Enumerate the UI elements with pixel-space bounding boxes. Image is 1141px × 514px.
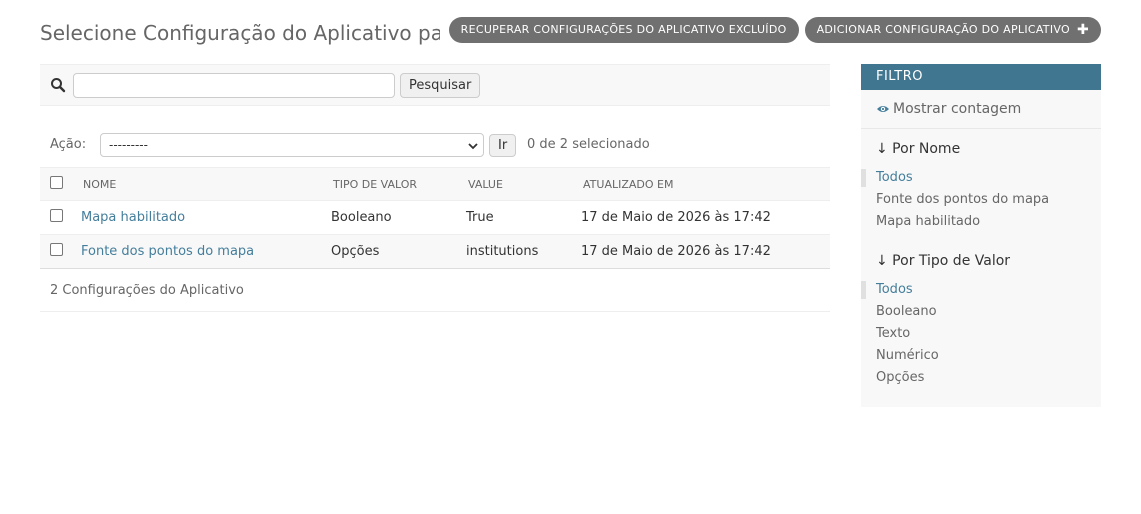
action-label: Ação:	[50, 137, 87, 152]
recover-deleted-button[interactable]: RECUPERAR CONFIGURAÇÕES DO APLICATIVO EX…	[448, 17, 799, 43]
filter-title: FILTRO	[861, 64, 1101, 90]
add-config-button[interactable]: ADICIONAR CONFIGURAÇÃO DO APLICATIVO ✚	[804, 17, 1101, 43]
go-button[interactable]: Ir	[489, 134, 517, 157]
search-icon	[51, 78, 66, 93]
action-select-value: ---------	[109, 138, 148, 152]
add-config-label: ADICIONAR CONFIGURAÇÃO DO APLICATIVO	[816, 23, 1070, 36]
row-type: Opções	[331, 234, 466, 269]
row-checkbox-cell	[40, 234, 81, 269]
select-all-cell	[40, 167, 81, 201]
search-button[interactable]: Pesquisar	[400, 73, 481, 98]
row-value: institutions	[466, 234, 581, 269]
paginator: 2 Configurações do Aplicativo	[40, 270, 830, 312]
show-count-link[interactable]: Mostrar contagem	[861, 90, 1101, 129]
selection-count: 0 de 2 selecionado	[527, 137, 650, 152]
filter-list-type: Todos Booleano Texto Numérico Opções	[861, 279, 1101, 389]
table-header-row: NOME TIPO DE VALOR VALUE ATUALIZADO EM	[40, 167, 830, 201]
show-count-label: Mostrar contagem	[893, 101, 1022, 117]
row-checkbox-cell	[40, 200, 81, 235]
column-header-value[interactable]: VALUE	[466, 167, 581, 201]
column-header-updated[interactable]: ATUALIZADO EM	[581, 167, 830, 201]
select-all-checkbox[interactable]	[50, 176, 63, 189]
row-updated: 17 de Maio de 2026 às 17:42	[581, 200, 830, 235]
row-checkbox[interactable]	[50, 209, 63, 222]
object-tools: RECUPERAR CONFIGURAÇÕES DO APLICATIVO EX…	[448, 17, 1101, 43]
filter-item[interactable]: Fonte dos pontos do mapa	[861, 189, 1101, 211]
table-row: Fonte dos pontos do mapa Opções institut…	[40, 234, 830, 269]
search-toolbar: Pesquisar	[40, 64, 830, 106]
column-header-name[interactable]: NOME	[81, 167, 331, 201]
row-name-cell: Fonte dos pontos do mapa	[81, 234, 331, 269]
row-name-link[interactable]: Fonte dos pontos do mapa	[81, 244, 254, 259]
row-name-link[interactable]: Mapa habilitado	[81, 210, 185, 225]
page-title: Selecione Configuração do Aplicativo par…	[40, 21, 440, 45]
search-input[interactable]	[73, 73, 395, 98]
actions-bar: Ação: --------- Ir 0 de 2 selecionado	[40, 133, 830, 157]
eye-icon	[877, 106, 889, 112]
filter-item[interactable]: Mapa habilitado	[861, 211, 1101, 233]
filter-item[interactable]: Todos	[861, 167, 1101, 189]
row-checkbox[interactable]	[50, 243, 63, 256]
filter-item[interactable]: Numérico	[861, 345, 1101, 367]
filter-heading-type: ↓ Por Tipo de Valor	[876, 253, 1011, 269]
action-select[interactable]: ---------	[100, 133, 484, 157]
row-updated: 17 de Maio de 2026 às 17:42	[581, 234, 830, 269]
plus-icon: ✚	[1076, 22, 1089, 38]
filter-item[interactable]: Booleano	[861, 301, 1101, 323]
filter-item[interactable]: Texto	[861, 323, 1101, 345]
results-table: NOME TIPO DE VALOR VALUE ATUALIZADO EM M…	[40, 167, 830, 269]
chevron-down-icon	[468, 143, 478, 150]
filter-item[interactable]: Opções	[861, 367, 1101, 389]
recover-deleted-label: RECUPERAR CONFIGURAÇÕES DO APLICATIVO EX…	[460, 23, 787, 36]
row-value: True	[466, 200, 581, 235]
filter-list-name: Todos Fonte dos pontos do mapa Mapa habi…	[861, 167, 1101, 233]
filter-heading-name: ↓ Por Nome	[876, 141, 961, 157]
column-header-type[interactable]: TIPO DE VALOR	[331, 167, 466, 201]
row-type: Booleano	[331, 200, 466, 235]
row-name-cell: Mapa habilitado	[81, 200, 331, 235]
filter-panel: FILTRO Mostrar contagem ↓ Por Nome Todos…	[861, 64, 1101, 407]
filter-item[interactable]: Todos	[861, 279, 1101, 301]
table-row: Mapa habilitado Booleano True 17 de Maio…	[40, 200, 830, 235]
